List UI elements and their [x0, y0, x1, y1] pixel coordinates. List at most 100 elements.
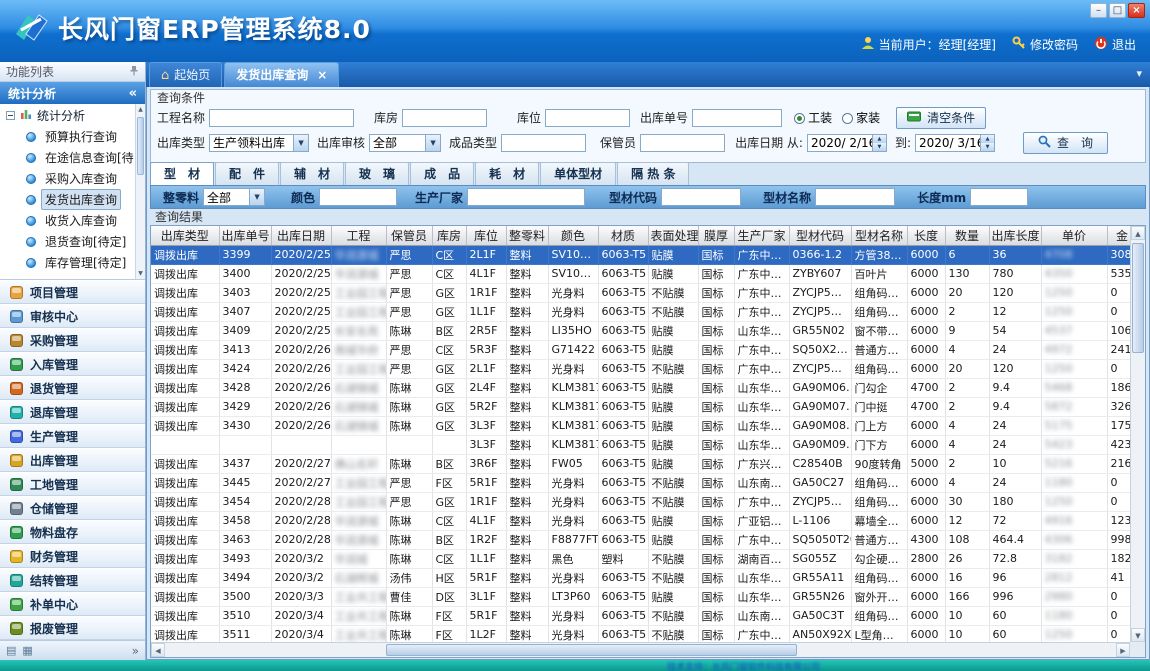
- sidebar-item-project[interactable]: 项目管理: [0, 280, 145, 304]
- maker-input[interactable]: [467, 188, 585, 206]
- column-header[interactable]: 材质: [598, 226, 648, 245]
- search-button[interactable]: 查 询: [1023, 132, 1108, 154]
- minimize-button[interactable]: –: [1090, 3, 1107, 18]
- column-header[interactable]: 整零料: [506, 226, 548, 245]
- warehouse-input[interactable]: [402, 109, 487, 127]
- length-input[interactable]: [970, 188, 1028, 206]
- color-input[interactable]: [319, 188, 397, 206]
- tree-item-transit-info-query[interactable]: 在途信息查询[待: [0, 147, 145, 168]
- profile-name-input[interactable]: [815, 188, 895, 206]
- table-row[interactable]: 调拨出库34242020/2/26工业园工程严思G区2L1F整料光身料6063-…: [151, 359, 1137, 378]
- table-row[interactable]: 调拨出库34632020/2/28华润源城陈琳B区1R2F整料F8877FT60…: [151, 530, 1137, 549]
- material-tab-glass[interactable]: 玻 璃: [345, 162, 409, 185]
- column-header[interactable]: 库房: [432, 226, 466, 245]
- scroll-down-icon[interactable]: ▼: [1131, 628, 1145, 642]
- location-input[interactable]: [545, 109, 630, 127]
- table-row[interactable]: 调拨出库34072020/2/25工业园工程严思G区1L1F整料光身料6063-…: [151, 302, 1137, 321]
- sidebar-item-inventory[interactable]: 物料盘存: [0, 520, 145, 544]
- tree-item-budget-exec-query[interactable]: 预算执行查询: [0, 126, 145, 147]
- scroll-down-icon[interactable]: ▼: [136, 268, 145, 279]
- sidebar-item-site[interactable]: 工地管理: [0, 472, 145, 496]
- tree-root[interactable]: 统计分析: [0, 104, 145, 126]
- table-row[interactable]: 3L3F整料KLM38176063-T5贴膜国标山东华…GA90M09…门下方6…: [151, 435, 1137, 454]
- order-no-input[interactable]: [692, 109, 782, 127]
- material-tab-product[interactable]: 成 品: [410, 162, 474, 185]
- more-panels-icon[interactable]: »: [132, 644, 139, 658]
- table-row[interactable]: 调拨出库34942020/3/2石湖辉城汤伟H区5R1F整料光身料6063-T5…: [151, 568, 1137, 587]
- material-tab-consumable[interactable]: 耗 材: [475, 162, 539, 185]
- column-header[interactable]: 工程: [331, 226, 386, 245]
- dropdown-icon[interactable]: [249, 189, 264, 205]
- tree-item-receive-inbound-query[interactable]: 收货入库查询: [0, 210, 145, 231]
- tree-scrollbar[interactable]: ▲ ▼: [135, 104, 145, 279]
- list-view-icon[interactable]: ▤: [6, 644, 16, 657]
- radio-jiazhuang[interactable]: 家装: [842, 109, 880, 126]
- collapse-icon[interactable]: «: [129, 86, 137, 101]
- sidebar-item-scrap[interactable]: 报废管理: [0, 616, 145, 640]
- table-row[interactable]: 调拨出库34092020/2/25长安名苑陈琳B区2R5F整料LI35HO606…: [151, 321, 1137, 340]
- pin-icon[interactable]: [129, 65, 139, 79]
- sidebar-item-return-goods[interactable]: 退货管理: [0, 376, 145, 400]
- tree-item-shipping-outbound-query[interactable]: 发货出库查询: [0, 189, 145, 210]
- keeper-input[interactable]: [640, 134, 725, 152]
- table-row[interactable]: 调拨出库35002020/3/3工业共工程曹佳D区3L1F整料LT3P60606…: [151, 587, 1137, 606]
- tab-start-page[interactable]: 起始页: [149, 62, 222, 87]
- column-header[interactable]: 库位: [466, 226, 506, 245]
- scroll-left-icon[interactable]: ◀: [151, 643, 165, 657]
- table-row[interactable]: 调拨出库33992020/2/25华润源城严思C区2L1F整料SV10…6063…: [151, 245, 1137, 264]
- sidebar-group-header[interactable]: 统计分析 «: [0, 82, 145, 104]
- table-row[interactable]: 调拨出库34452020/2/27工业园工程严思F区5R1F整料光身料6063-…: [151, 473, 1137, 492]
- column-header[interactable]: 单价: [1041, 226, 1107, 245]
- maximize-button[interactable]: □: [1109, 3, 1126, 18]
- grid-view-icon[interactable]: ▦: [22, 644, 32, 657]
- sidebar-item-purchase[interactable]: 采购管理: [0, 328, 145, 352]
- material-tab-auxiliary[interactable]: 辅 材: [280, 162, 344, 185]
- out-type-select[interactable]: 生产领料出库: [209, 134, 309, 152]
- scroll-up-icon[interactable]: ▲: [1131, 226, 1145, 240]
- column-header[interactable]: 表面处理: [648, 226, 698, 245]
- table-row[interactable]: 调拨出库34132020/2/26南城华府严思C区5R3F整料G71422606…: [151, 340, 1137, 359]
- hscroll-thumb[interactable]: [386, 644, 797, 656]
- sidebar-item-warehouse[interactable]: 仓储管理: [0, 496, 145, 520]
- table-row[interactable]: 调拨出库34302020/2/26石湖锦城陈琳G区3L3F整料KLM381760…: [151, 416, 1137, 435]
- table-row[interactable]: 调拨出库34932020/3/2华润城陈琳C区1L1F整料黑色塑料不贴膜国标湖南…: [151, 549, 1137, 568]
- scroll-thumb[interactable]: [137, 117, 144, 175]
- from-date-spinner[interactable]: [872, 135, 886, 151]
- to-date-input[interactable]: 2020/ 3/16: [915, 134, 995, 152]
- tab-shipping-outbound-query[interactable]: 发货出库查询×: [224, 62, 339, 87]
- whole-piece-select[interactable]: 全部: [203, 188, 265, 206]
- logout-link[interactable]: 退出: [1094, 36, 1136, 53]
- column-header[interactable]: 数量: [945, 226, 989, 245]
- table-row[interactable]: 调拨出库34582020/2/28华润源城陈琳C区4L1F整料光身料6063-T…: [151, 511, 1137, 530]
- horizontal-scrollbar[interactable]: ◀ ▶: [151, 642, 1130, 657]
- product-type-input[interactable]: [501, 134, 586, 152]
- column-header[interactable]: 长度: [907, 226, 945, 245]
- table-row[interactable]: 调拨出库35102020/3/4工业共工程陈琳F区5R1F整料光身料6063-T…: [151, 606, 1137, 625]
- clear-conditions-button[interactable]: 清空条件: [896, 107, 986, 129]
- sidebar-item-audit[interactable]: 审核中心: [0, 304, 145, 328]
- table-row[interactable]: 调拨出库34032020/2/25工业园工程严思G区1R1F整料光身料6063-…: [151, 283, 1137, 302]
- material-tab-single-profile[interactable]: 单体型材: [540, 162, 616, 185]
- sidebar-item-supplement[interactable]: 补单中心: [0, 592, 145, 616]
- sidebar-item-finance[interactable]: 财务管理: [0, 544, 145, 568]
- table-row[interactable]: 调拨出库34282020/2/26石湖锦城陈琳G区2L4F整料KLM381760…: [151, 378, 1137, 397]
- tree-item-return-query[interactable]: 退货查询[待定]: [0, 231, 145, 252]
- table-row[interactable]: 调拨出库34372020/2/27佛山名轩陈琳B区3R6F整料FW056063-…: [151, 454, 1137, 473]
- close-tab-icon[interactable]: ×: [317, 70, 327, 80]
- dropdown-icon[interactable]: [293, 135, 308, 151]
- table-row[interactable]: 调拨出库34292020/2/26石湖锦城陈琳G区5R2F整料KLM381760…: [151, 397, 1137, 416]
- sidebar-item-carryover[interactable]: 结转管理: [0, 568, 145, 592]
- change-password-link[interactable]: 修改密码: [1012, 36, 1078, 53]
- column-header[interactable]: 保管员: [386, 226, 432, 245]
- vscroll-thumb[interactable]: [1132, 243, 1144, 353]
- scroll-up-icon[interactable]: ▲: [136, 104, 145, 115]
- project-name-input[interactable]: [209, 109, 354, 127]
- tab-list-caret-icon[interactable]: [1136, 67, 1142, 80]
- table-row[interactable]: 调拨出库34542020/2/28工业园工程严思G区1R1F整料光身料6063-…: [151, 492, 1137, 511]
- column-header[interactable]: 出库日期: [271, 226, 331, 245]
- close-button[interactable]: ×: [1128, 3, 1145, 18]
- expander-icon[interactable]: [6, 111, 15, 120]
- audit-select[interactable]: 全部: [369, 134, 441, 152]
- tree-item-stock-mgmt[interactable]: 库存管理[待定]: [0, 252, 145, 273]
- column-header[interactable]: 生产厂家: [734, 226, 789, 245]
